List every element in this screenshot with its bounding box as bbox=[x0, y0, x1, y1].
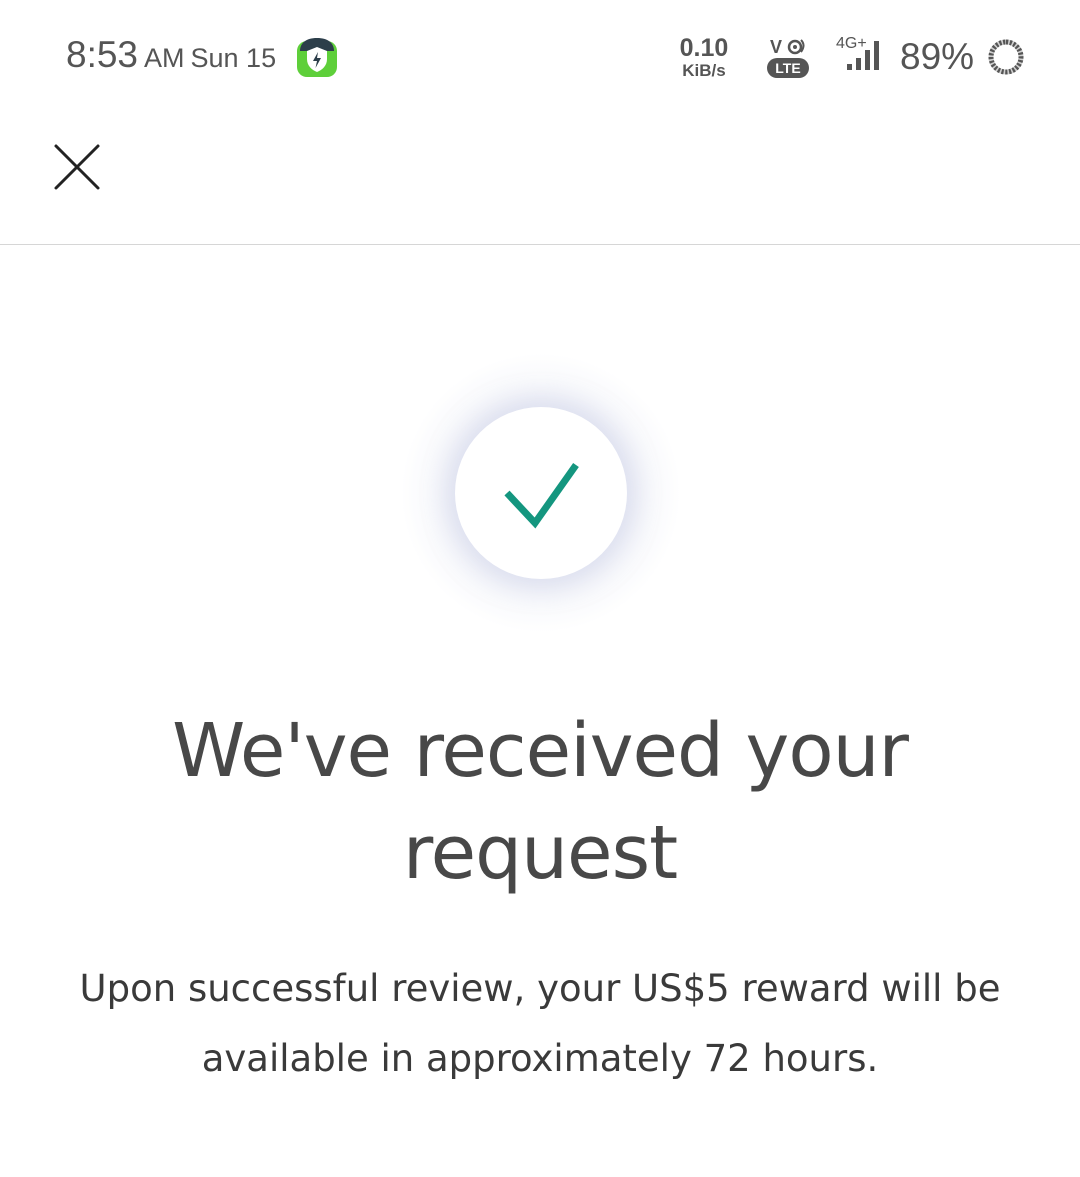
status-clock: 8:53 bbox=[66, 34, 139, 75]
volte-label: LTE bbox=[775, 60, 800, 76]
app-header bbox=[0, 110, 1080, 245]
svg-text:V: V bbox=[770, 37, 782, 57]
shield-bolt-icon bbox=[297, 38, 337, 77]
cellular-signal-icon: 4G+ bbox=[836, 35, 879, 70]
network-speed-unit: KiB/s bbox=[682, 61, 726, 80]
close-icon bbox=[54, 144, 100, 190]
status-time: 8:53 AM Sun 15 bbox=[66, 34, 276, 76]
status-bar: 8:53 AM Sun 15 0.10 KiB/s V LTE 4G+ 89% bbox=[0, 0, 1080, 110]
confirmation-message: Upon successful review, your US$5 reward… bbox=[79, 967, 1001, 1080]
close-button[interactable] bbox=[44, 134, 110, 200]
battery-percent: 89% bbox=[900, 36, 975, 77]
status-date: Sun 15 bbox=[190, 43, 277, 73]
checkmark-icon bbox=[504, 462, 579, 529]
network-type: 4G+ bbox=[836, 35, 867, 52]
confirmation-title: We've received your request bbox=[172, 708, 909, 896]
status-ampm: AM bbox=[144, 43, 185, 73]
battery-ring-icon bbox=[988, 39, 1024, 75]
volte-icon: V LTE bbox=[767, 37, 809, 78]
network-speed: 0.10 KiB/s bbox=[672, 34, 736, 80]
network-speed-value: 0.10 bbox=[679, 34, 729, 62]
